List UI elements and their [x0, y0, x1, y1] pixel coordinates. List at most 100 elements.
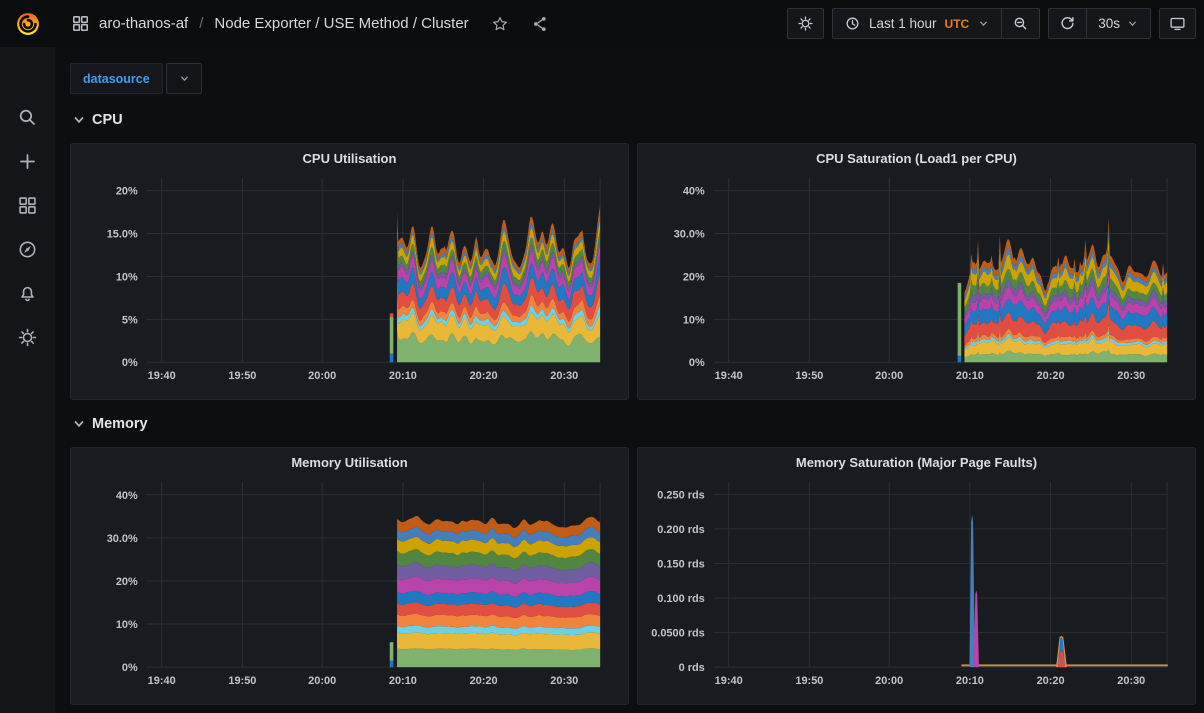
sidebar-item-alerting[interactable] — [17, 282, 39, 304]
gear-icon — [17, 327, 38, 348]
time-series-chart[interactable]: 0%10%20%30.0%40%19:4019:5020:0020:1020:2… — [638, 144, 1195, 399]
dashboard-title: Node Exporter / USE Method / Cluster — [214, 15, 468, 32]
refresh-interval-picker[interactable]: 30s — [1087, 9, 1150, 38]
section-header-memory[interactable]: Memory — [73, 416, 148, 432]
panel-cpu-utilisation: CPU Utilisation 0%5%10%15.0%20%19:4019:5… — [70, 143, 629, 400]
refresh-icon — [1059, 15, 1076, 32]
navbar-controls: Last 1 hour UTC — [787, 8, 1196, 39]
sidebar-item-explore[interactable] — [17, 238, 39, 260]
tv-mode-button[interactable] — [1159, 8, 1196, 39]
timezone-label: UTC — [945, 17, 970, 31]
svg-text:0 rds: 0 rds — [679, 662, 705, 674]
apps-grid-icon — [71, 14, 90, 33]
svg-text:20:00: 20:00 — [875, 675, 903, 687]
svg-text:0.100 rds: 0.100 rds — [657, 593, 704, 605]
variable-datasource-picker[interactable]: datasource — [70, 63, 163, 94]
svg-text:19:50: 19:50 — [795, 675, 823, 687]
svg-text:0%: 0% — [122, 662, 138, 674]
svg-text:10%: 10% — [116, 619, 138, 631]
chevron-down-icon — [73, 114, 85, 126]
panel-cpu-saturation: CPU Saturation (Load1 per CPU) 0%10%20%3… — [637, 143, 1196, 400]
svg-text:20:30: 20:30 — [550, 675, 578, 687]
sidebar-nav — [17, 106, 39, 348]
svg-text:0.250 rds: 0.250 rds — [657, 489, 704, 501]
refresh-interval-label: 30s — [1098, 16, 1120, 31]
time-range-label: Last 1 hour — [869, 16, 937, 31]
gear-icon — [797, 15, 814, 32]
svg-text:15.0%: 15.0% — [107, 229, 138, 241]
sidebar-item-create[interactable] — [17, 150, 39, 172]
dashboard-settings-button[interactable] — [787, 8, 824, 39]
svg-text:20%: 20% — [116, 576, 138, 588]
svg-text:20:10: 20:10 — [389, 370, 417, 382]
svg-text:0%: 0% — [122, 357, 138, 369]
svg-text:20:30: 20:30 — [1117, 675, 1145, 687]
zoom-out-icon — [1012, 15, 1029, 32]
svg-text:20:10: 20:10 — [389, 675, 417, 687]
panel-memory-saturation: Memory Saturation (Major Page Faults) 0 … — [637, 447, 1196, 705]
chevron-down-icon — [73, 418, 85, 430]
svg-text:10%: 10% — [683, 314, 705, 326]
variable-value-dropdown[interactable] — [166, 63, 202, 94]
zoom-out-button[interactable] — [1002, 9, 1039, 38]
svg-text:40%: 40% — [683, 186, 705, 198]
clock-icon — [844, 15, 861, 32]
svg-text:19:40: 19:40 — [148, 675, 176, 687]
plus-icon — [17, 151, 38, 172]
sidebar — [0, 0, 55, 713]
dashboards-grid-icon — [17, 195, 38, 216]
panel-memory-utilisation: Memory Utilisation 0%10%20%30.0%40%19:40… — [70, 447, 629, 705]
section-title: CPU — [92, 112, 123, 128]
svg-text:20:20: 20:20 — [470, 675, 498, 687]
bell-icon — [17, 283, 38, 304]
svg-text:20%: 20% — [116, 186, 138, 198]
svg-text:20:20: 20:20 — [1037, 370, 1065, 382]
section-header-cpu[interactable]: CPU — [73, 112, 123, 128]
svg-text:0%: 0% — [689, 357, 705, 369]
breadcrumb: aro-thanos-af / Node Exporter / USE Meth… — [71, 14, 549, 33]
time-range-picker[interactable]: Last 1 hour UTC — [833, 9, 1001, 38]
svg-text:0.200 rds: 0.200 rds — [657, 524, 704, 536]
svg-text:20:00: 20:00 — [308, 675, 336, 687]
time-picker-group: Last 1 hour UTC — [832, 8, 1040, 39]
svg-text:10%: 10% — [116, 271, 138, 283]
time-series-chart[interactable]: 0%5%10%15.0%20%19:4019:5020:0020:1020:20… — [71, 144, 628, 399]
svg-text:19:50: 19:50 — [228, 675, 256, 687]
svg-text:19:40: 19:40 — [715, 675, 743, 687]
sidebar-item-configuration[interactable] — [17, 326, 39, 348]
chevron-down-icon — [178, 72, 191, 85]
svg-text:0.0500 rds: 0.0500 rds — [651, 628, 705, 640]
svg-text:30.0%: 30.0% — [674, 229, 705, 241]
compass-icon — [17, 239, 38, 260]
grafana-logo-icon[interactable] — [0, 0, 55, 47]
refresh-button[interactable] — [1049, 9, 1086, 38]
svg-text:5%: 5% — [122, 314, 138, 326]
svg-text:20:00: 20:00 — [875, 370, 903, 382]
time-series-chart[interactable]: 0 rds 0.0500 rds 0.100 rds 0.150 rds 0.200 r… — [638, 448, 1195, 704]
svg-text:20:30: 20:30 — [1117, 370, 1145, 382]
svg-text:19:40: 19:40 — [148, 370, 176, 382]
share-icon[interactable] — [531, 15, 549, 33]
svg-text:20:10: 20:10 — [956, 675, 984, 687]
breadcrumb-separator: / — [197, 15, 205, 32]
section-title: Memory — [92, 416, 148, 432]
breadcrumb-folder[interactable]: aro-thanos-af — [99, 15, 188, 32]
sidebar-item-search[interactable] — [17, 106, 39, 128]
grafana-dashboard: aro-thanos-af / Node Exporter / USE Meth… — [0, 0, 1204, 713]
refresh-group: 30s — [1048, 8, 1151, 39]
chevron-down-icon — [1126, 17, 1139, 30]
svg-text:19:50: 19:50 — [228, 370, 256, 382]
svg-text:19:40: 19:40 — [715, 370, 743, 382]
top-navbar: aro-thanos-af / Node Exporter / USE Meth… — [55, 0, 1204, 47]
star-icon[interactable] — [491, 15, 509, 33]
svg-text:19:50: 19:50 — [795, 370, 823, 382]
svg-text:20:10: 20:10 — [956, 370, 984, 382]
time-series-chart[interactable]: 0%10%20%30.0%40%19:4019:5020:0020:1020:2… — [71, 448, 628, 704]
svg-text:0.150 rds: 0.150 rds — [657, 558, 704, 570]
search-icon — [17, 107, 38, 128]
sidebar-item-dashboards[interactable] — [17, 194, 39, 216]
svg-text:20:30: 20:30 — [550, 370, 578, 382]
tv-icon — [1169, 15, 1186, 32]
svg-text:40%: 40% — [116, 490, 138, 502]
chevron-down-icon — [977, 17, 990, 30]
